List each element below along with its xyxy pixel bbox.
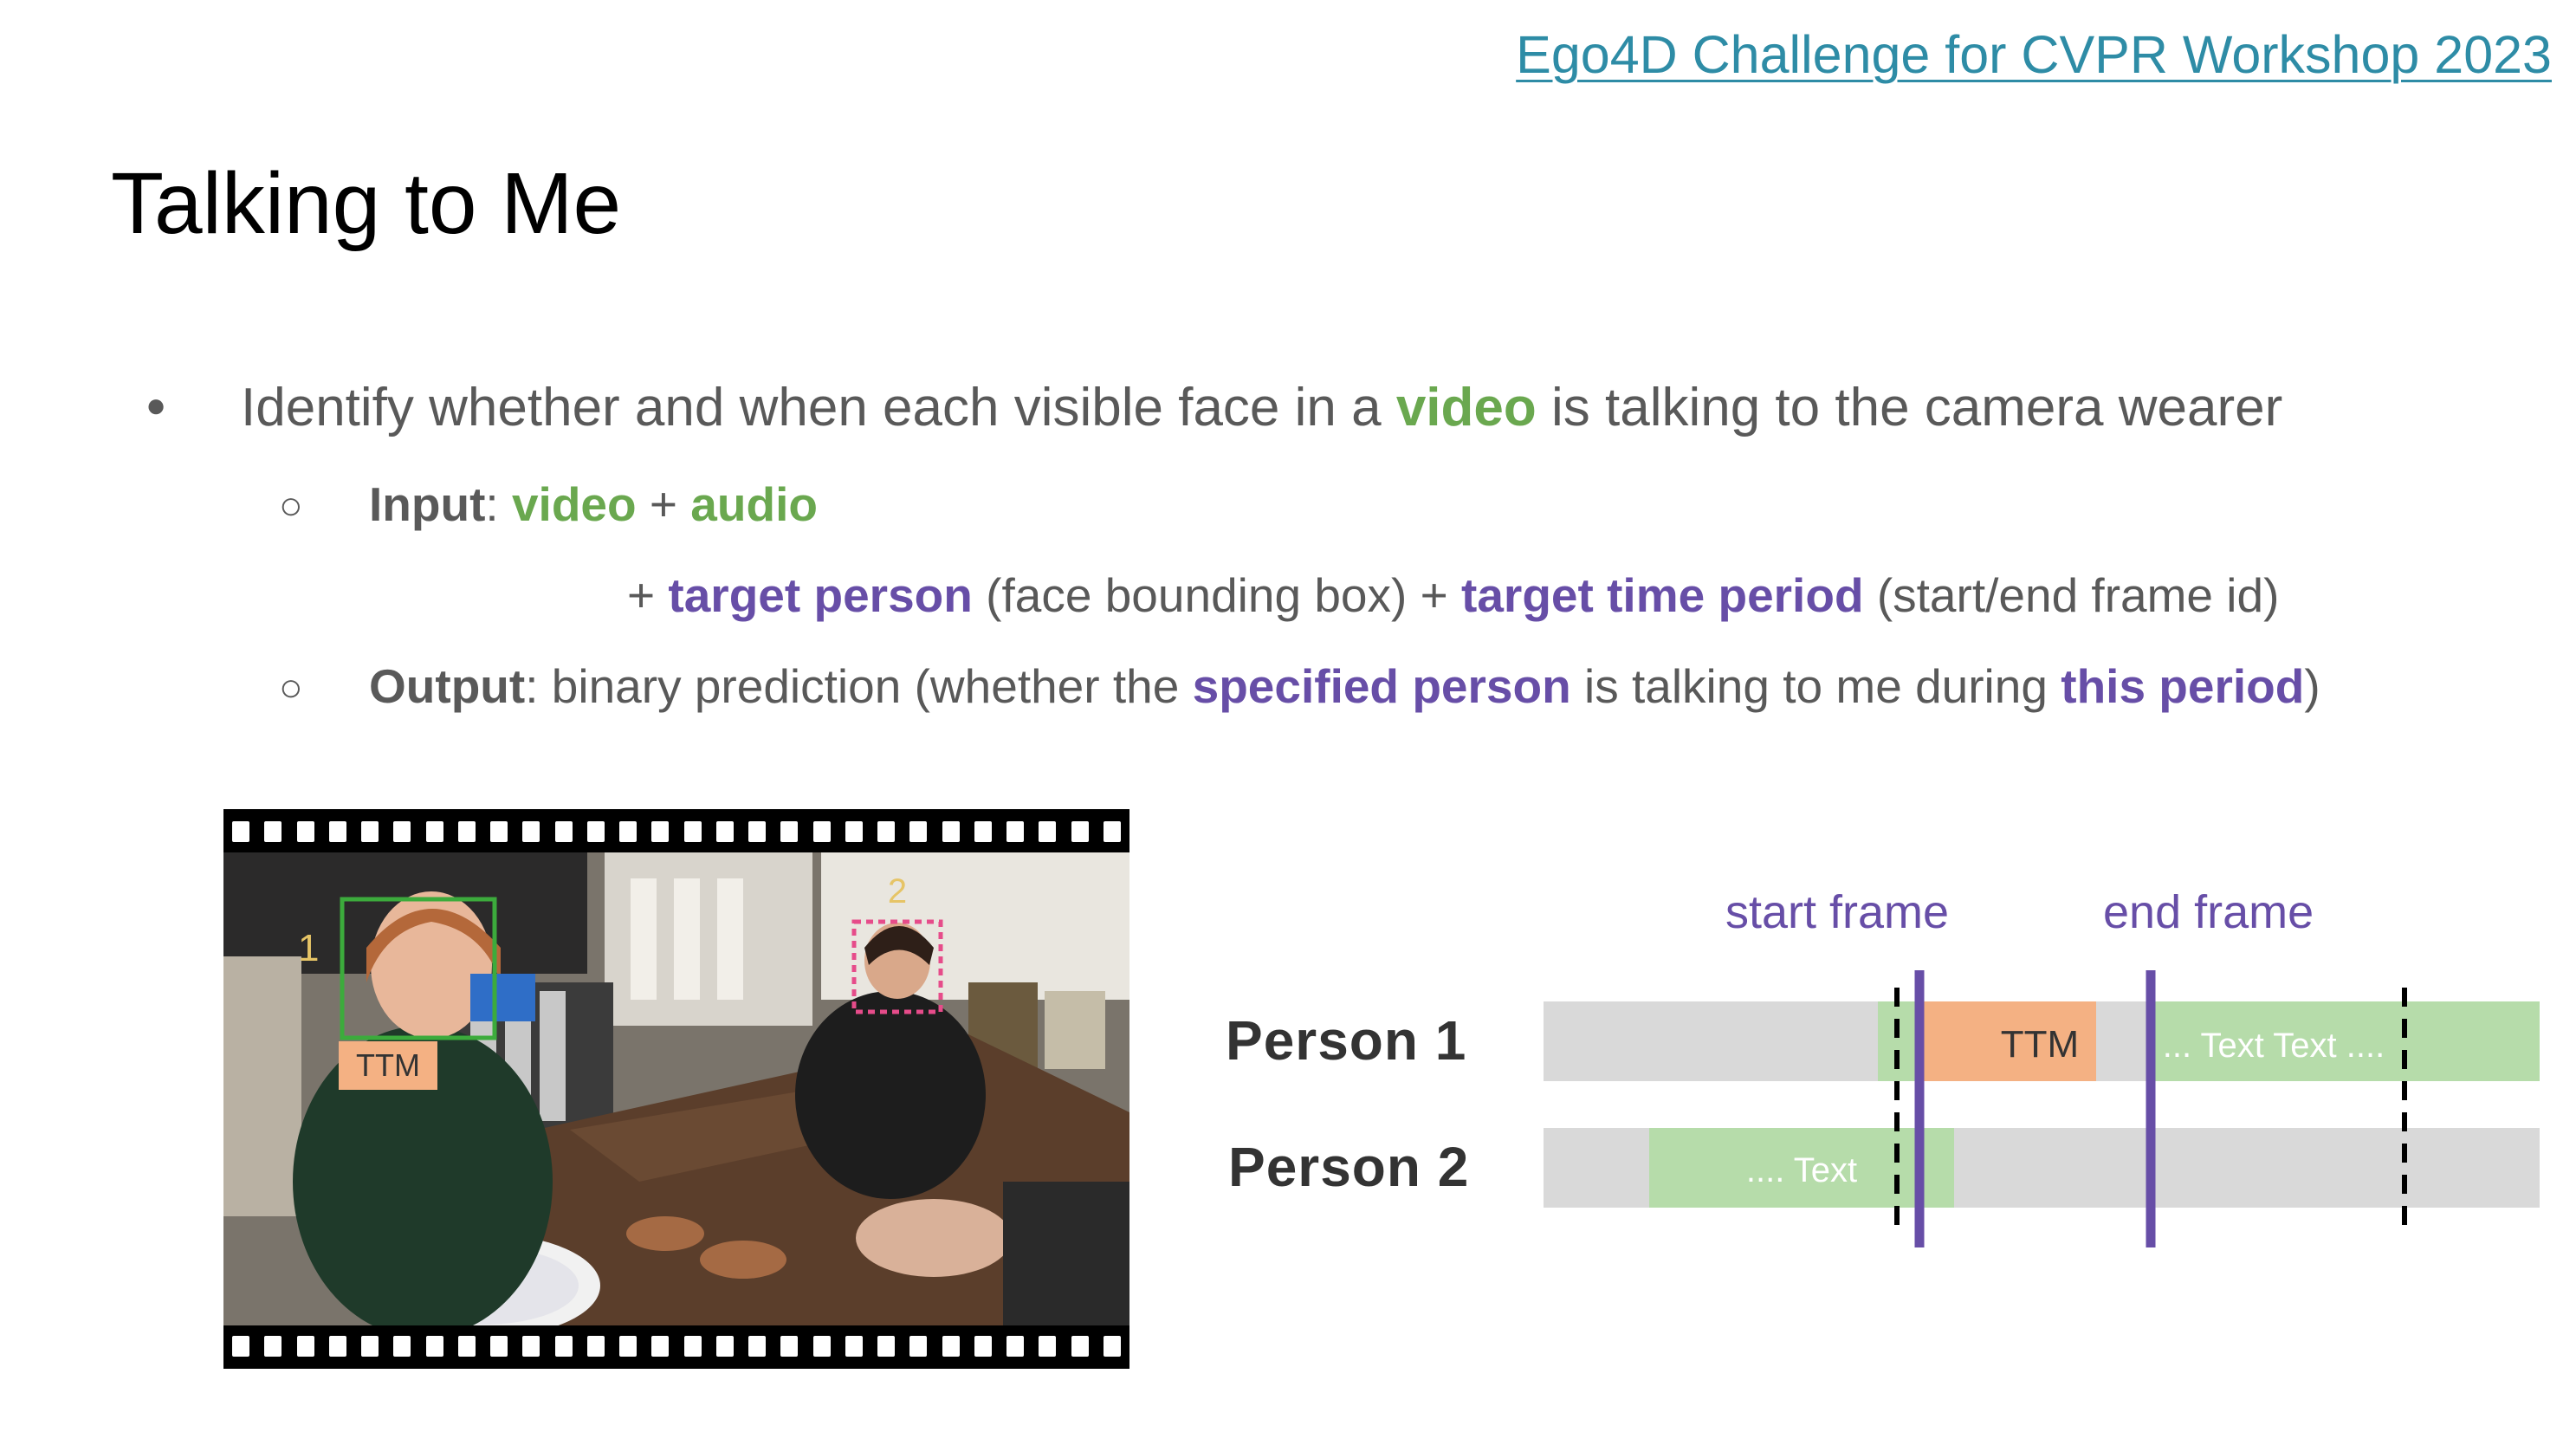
main-text-2: is talking to the camera wearer xyxy=(1536,378,2283,437)
cont-paren1: (face bounding box) + xyxy=(972,568,1462,622)
input-continuation: + target person (face bounding box) + ta… xyxy=(627,567,2279,623)
input-audio: audio xyxy=(690,477,818,531)
row-label-person-2: Person 2 xyxy=(1228,1136,1470,1198)
video-frame-photo: 1 TTM 2 xyxy=(223,852,1129,1325)
face-2-number: 2 xyxy=(888,872,907,910)
timeline-diagram: TTM ... Text Text .... .... Text xyxy=(1544,970,2540,1247)
input-plus: + xyxy=(636,477,691,531)
bullet-dot: ● xyxy=(146,386,167,424)
input-video: video xyxy=(511,477,637,531)
sub-bullet-circle: ○ xyxy=(279,664,303,710)
main-video-keyword: video xyxy=(1395,378,1537,437)
film-holes-bottom xyxy=(232,1336,1121,1357)
person-1-text-label: ... Text Text .... xyxy=(2163,1027,2385,1065)
slide-title: Talking to Me xyxy=(111,155,622,252)
end-frame-label: end frame xyxy=(2103,886,2314,938)
face-1-number: 1 xyxy=(298,927,319,969)
sub-bullet-circle: ○ xyxy=(279,483,303,528)
output-bullet: Output: binary prediction (whether the s… xyxy=(369,658,2320,714)
input-sep: : xyxy=(485,477,512,531)
person-1-ttm-label: TTM xyxy=(2001,1023,2079,1066)
film-strip-figure: 1 TTM 2 xyxy=(223,809,1129,1369)
specified-person: specified person xyxy=(1192,659,1571,713)
output-text-2: is talking to me during xyxy=(1570,659,2061,713)
input-bullet: Input: video + audio xyxy=(369,476,818,532)
target-person: target person xyxy=(668,568,973,622)
ttm-badge: TTM xyxy=(356,1047,420,1083)
target-time-period: target time period xyxy=(1461,568,1864,622)
row-label-person-1: Person 1 xyxy=(1226,1009,1467,1072)
cont-plus: + xyxy=(627,568,669,622)
main-bullet: Identify whether and when each visible f… xyxy=(241,377,2282,438)
person-2-text-label: .... Text xyxy=(1746,1151,1857,1189)
main-text-1: Identify whether and when each visible f… xyxy=(241,378,1396,437)
output-text-3: ) xyxy=(2304,659,2320,713)
output-label: Output xyxy=(369,659,526,713)
film-holes-top xyxy=(232,821,1121,842)
start-frame-label: start frame xyxy=(1725,886,1950,938)
cont-paren2: (start/end frame id) xyxy=(1863,568,2280,622)
output-text-1: : binary prediction (whether the xyxy=(525,659,1193,713)
input-label: Input xyxy=(369,477,486,531)
workshop-link[interactable]: Ego4D Challenge for CVPR Workshop 2023 xyxy=(1516,24,2552,85)
this-period: this period xyxy=(2061,659,2305,713)
